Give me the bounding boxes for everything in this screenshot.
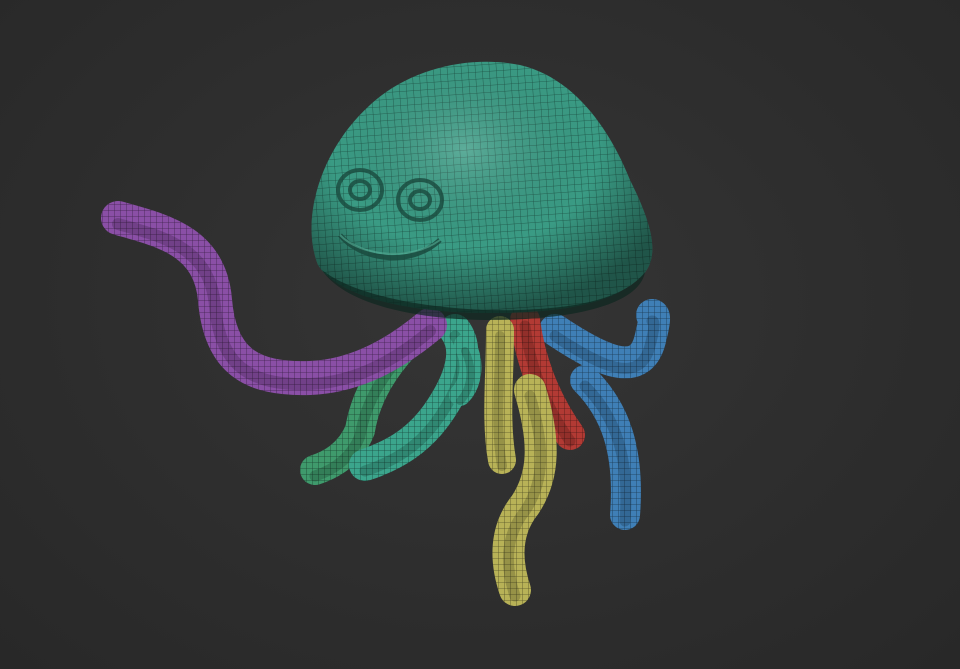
3d-viewport[interactable] xyxy=(0,0,960,669)
jellyfish-head xyxy=(311,61,653,321)
jellyfish-render xyxy=(101,61,671,606)
